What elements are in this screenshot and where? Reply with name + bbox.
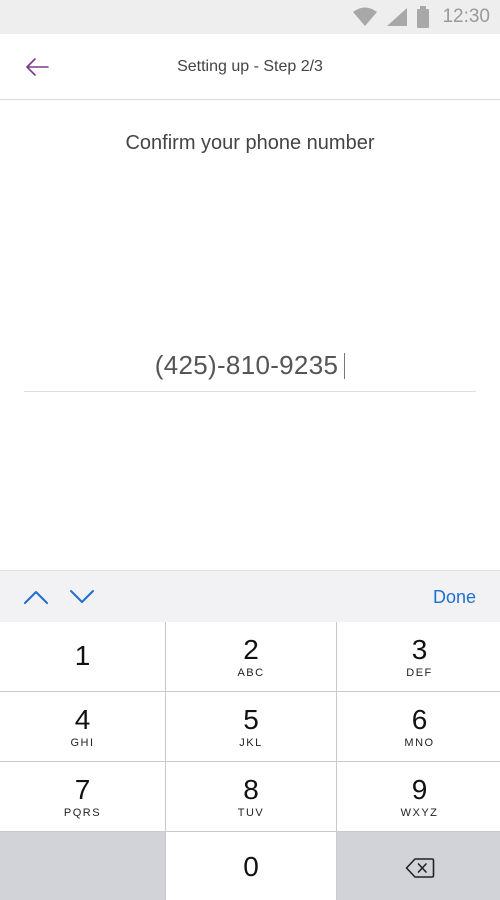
- key-letters: TUV: [237, 806, 265, 819]
- previous-field-button[interactable]: [22, 586, 50, 608]
- key-letters: MNO: [404, 736, 435, 749]
- key-6[interactable]: 6 MNO: [337, 692, 500, 761]
- key-letters: PQRS: [63, 806, 102, 819]
- done-button[interactable]: Done: [433, 587, 476, 608]
- battery-icon: [417, 6, 430, 28]
- key-digit: 0: [243, 850, 259, 882]
- chevron-down-icon: [70, 590, 94, 603]
- next-field-button[interactable]: [68, 586, 96, 608]
- keyboard-accessory-bar: Done: [0, 570, 500, 622]
- key-blank: [0, 832, 165, 900]
- signal-icon: [387, 8, 408, 26]
- key-letters: ABC: [237, 666, 265, 679]
- numeric-keypad: 1 2 ABC 3 DEF 4 GHI 5 JKL 6 MNO 7 PQRS 8…: [0, 622, 500, 900]
- key-digit: 8: [243, 773, 259, 805]
- status-bar: 12:30: [0, 0, 500, 34]
- key-digit: 6: [411, 703, 428, 735]
- key-letters: DEF: [406, 666, 433, 679]
- phone-number-input[interactable]: (425)-810-9235: [24, 340, 476, 392]
- status-time: 12:30: [442, 6, 490, 27]
- key-digit: 5: [243, 703, 259, 735]
- key-8[interactable]: 8 TUV: [166, 762, 336, 831]
- prompt-text: Confirm your phone number: [125, 132, 375, 154]
- key-5[interactable]: 5 JKL: [166, 692, 336, 761]
- key-1[interactable]: 1: [0, 622, 165, 691]
- backspace-icon: [405, 857, 434, 878]
- key-letters: JKL: [239, 736, 263, 749]
- key-0[interactable]: 0: [166, 832, 336, 900]
- key-digit: 7: [74, 773, 91, 805]
- key-3[interactable]: 3 DEF: [337, 622, 500, 691]
- key-digit: 4: [74, 703, 91, 735]
- key-digit: 1: [74, 639, 91, 671]
- phone-setup-screen: 12:30 Setting up - Step 2/3 Confirm your…: [0, 0, 500, 900]
- header-title: Setting up - Step 2/3: [177, 58, 323, 75]
- backspace-key[interactable]: [337, 832, 500, 900]
- chevron-up-icon: [24, 591, 48, 604]
- wifi-icon: [353, 7, 378, 26]
- key-digit: 3: [411, 633, 428, 665]
- key-4[interactable]: 4 GHI: [0, 692, 165, 761]
- key-2[interactable]: 2 ABC: [166, 622, 336, 691]
- key-9[interactable]: 9 WXYZ: [337, 762, 500, 831]
- text-caret: [344, 352, 346, 379]
- key-7[interactable]: 7 PQRS: [0, 762, 165, 831]
- phone-number-value: (425)-810-9235: [154, 350, 339, 380]
- app-header: Setting up - Step 2/3: [0, 34, 500, 100]
- key-digit: 9: [411, 773, 428, 805]
- key-letters: WXYZ: [400, 806, 439, 819]
- key-digit: 2: [243, 633, 259, 665]
- key-letters: GHI: [70, 736, 95, 749]
